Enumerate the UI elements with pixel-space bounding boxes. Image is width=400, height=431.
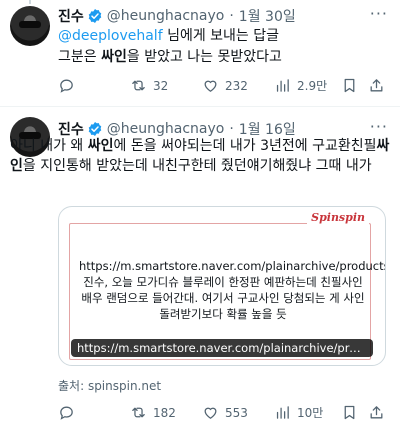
link-card[interactable]: Spinspin https://m.smartstore.naver.com/… (58, 206, 386, 366)
repost-button[interactable]: 32 (130, 77, 168, 94)
text-segment: 을 지인통해 받았는데 내친구한테 줬던얘기해줬냐 그때 내가 (22, 158, 372, 174)
like-count: 232 (225, 78, 248, 93)
text-segment: 을 받았고 나는 못받았다고 (126, 49, 282, 65)
reply-button[interactable] (58, 77, 81, 94)
share-icon (370, 406, 383, 419)
like-button[interactable]: 553 (202, 404, 248, 421)
action-bar: 32 232 2.9만 (58, 77, 390, 97)
bookmark-button[interactable] (341, 77, 364, 94)
like-icon (204, 80, 217, 92)
separator: · (229, 8, 234, 24)
views-icon (276, 79, 289, 92)
card-image-text: https://m.smartstore.naver.com/plainarch… (79, 259, 385, 321)
text-segment: 에 돈을 써야되는데 내가 3년전에 구교환친필 (113, 138, 377, 154)
repost-count: 32 (153, 78, 169, 93)
bookmark-button[interactable] (341, 404, 364, 421)
more-icon[interactable]: ··· (370, 4, 388, 23)
tweet-1[interactable]: 진수 @heunghacnayo · 1월 30일 ··· @deeploveh… (0, 0, 400, 105)
bookmark-icon (344, 78, 355, 93)
avatar[interactable] (10, 6, 50, 46)
like-count: 553 (225, 405, 248, 420)
timestamp[interactable]: 1월 30일 (239, 6, 296, 26)
like-icon (204, 407, 217, 419)
views-count: 10만 (297, 406, 324, 420)
verified-icon (88, 122, 102, 136)
views-icon (276, 406, 289, 419)
share-button[interactable] (368, 77, 391, 94)
text-segment: 그분은 (58, 49, 102, 65)
text-bold: 싸인 (87, 138, 114, 154)
reply-button[interactable] (58, 404, 81, 421)
brand-logo: Spinspin (307, 211, 369, 224)
views-button[interactable]: 10만 (274, 404, 323, 421)
action-bar: 182 553 10만 (58, 404, 390, 424)
thread-line-top (29, 0, 31, 4)
share-icon (370, 79, 383, 92)
tweet-header: 진수 @heunghacnayo · 1월 30일 (58, 6, 296, 26)
like-button[interactable]: 232 (202, 77, 248, 94)
repost-button[interactable]: 182 (130, 404, 176, 421)
handle[interactable]: @heunghacnayo (107, 121, 225, 137)
text-bold: 싸인 (101, 49, 127, 65)
views-button[interactable]: 2.9만 (274, 77, 327, 94)
views-count: 2.9만 (297, 79, 328, 93)
repost-icon (132, 80, 145, 91)
more-icon[interactable]: ··· (370, 117, 388, 136)
tweet-text: 그분은 싸인을 받았고 나는 못받았다고 (58, 47, 390, 67)
tweet-text: 아니 내가 왜 싸인에 돈을 써야되는데 내가 3년전에 구교환친필싸인을 지인… (10, 136, 392, 176)
text-segment: 아니 내가 왜 (10, 138, 88, 154)
reply-context-text: 님에게 보내는 답글 (162, 28, 280, 44)
repost-icon (132, 407, 145, 418)
display-name[interactable]: 진수 (58, 6, 84, 26)
separator: · (229, 121, 234, 137)
reply-icon (60, 406, 73, 420)
bookmark-icon (344, 405, 355, 420)
verified-icon (88, 9, 102, 23)
reply-context: @deeplovehalf 님에게 보내는 답글 (58, 26, 390, 46)
reply-icon (60, 79, 73, 93)
card-url[interactable]: https://m.smartstore.naver.com/plainarch… (71, 339, 373, 357)
card-source[interactable]: 출처: spinspin.net (58, 377, 161, 394)
handle[interactable]: @heunghacnayo (107, 8, 225, 24)
mention-link[interactable]: @deeplovehalf (58, 28, 163, 44)
repost-count: 182 (153, 405, 176, 420)
share-button[interactable] (368, 404, 391, 421)
